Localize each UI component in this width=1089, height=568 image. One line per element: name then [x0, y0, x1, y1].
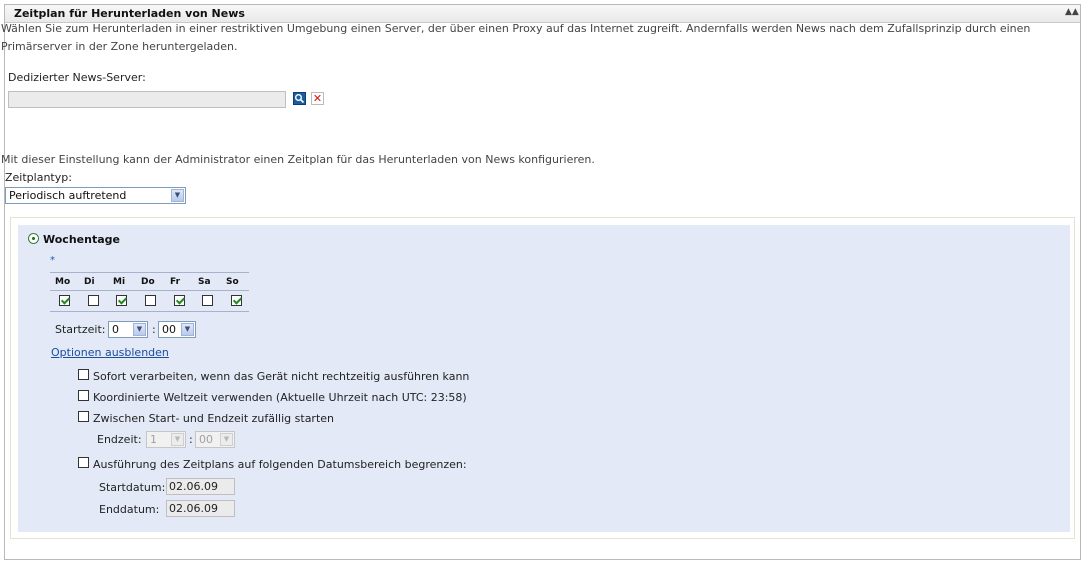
end-minute-select: 00 ▼: [195, 431, 235, 448]
day-header-mi: Mi: [113, 277, 126, 287]
server-description-line1: Wählen Sie zum Herunterladen in einer re…: [1, 22, 1031, 35]
weekdays-radio[interactable]: [28, 233, 39, 244]
double-chevron-up-icon[interactable]: ▲▲: [1065, 7, 1079, 19]
search-icon[interactable]: [293, 92, 306, 105]
schedule-description: Mit dieser Einstellung kann der Administ…: [1, 153, 595, 166]
day-checkbox-so[interactable]: [231, 295, 242, 306]
time-separator: :: [152, 323, 156, 336]
process-immediately-checkbox[interactable]: [78, 369, 89, 380]
news-server-input[interactable]: [8, 91, 286, 108]
day-checkbox-do[interactable]: [145, 295, 156, 306]
day-header-fr: Fr: [170, 277, 181, 287]
required-marker: *: [50, 255, 55, 266]
chevron-down-icon: ▼: [220, 433, 233, 446]
chevron-down-icon: ▼: [133, 323, 146, 336]
news-server-label: Dedizierter News-Server:: [8, 71, 146, 84]
day-checkbox-di[interactable]: [88, 295, 99, 306]
day-checkbox-fr[interactable]: [174, 295, 185, 306]
chevron-down-icon: ▼: [171, 189, 184, 202]
server-description-line2: Primärserver in der Zone heruntergeladen…: [1, 40, 238, 53]
schedule-type-value: Periodisch auftretend: [9, 189, 127, 202]
end-time-label: Endzeit:: [97, 433, 142, 446]
end-hour-value: 1: [150, 433, 157, 446]
start-minute-select[interactable]: 00 ▼: [158, 321, 196, 338]
day-header-mo: Mo: [55, 277, 71, 287]
days-table-bottom-border: [50, 311, 249, 312]
days-table-divider: [50, 290, 249, 291]
random-start-label: Zwischen Start- und Endzeit zufällig sta…: [93, 412, 335, 425]
restrict-dates-checkbox[interactable]: [78, 457, 89, 468]
start-time-label: Startzeit:: [55, 323, 106, 336]
day-header-so: So: [226, 277, 239, 287]
use-utc-checkbox[interactable]: [78, 390, 89, 401]
random-start-checkbox[interactable]: [78, 411, 89, 422]
panel-header: Zeitplan für Herunterladen von News ▲▲: [5, 5, 1080, 23]
start-minute-value: 00: [162, 323, 176, 336]
hide-options-link[interactable]: Optionen ausblenden: [51, 346, 169, 359]
schedule-type-select[interactable]: Periodisch auftretend ▼: [5, 187, 186, 204]
day-checkbox-mo[interactable]: [59, 295, 70, 306]
weekdays-radio-label: Wochentage: [43, 233, 120, 246]
restrict-dates-label: Ausführung des Zeitplans auf folgenden D…: [93, 458, 467, 471]
end-date-field[interactable]: 02.06.09: [166, 500, 235, 517]
days-table-top-border: [50, 272, 249, 273]
start-date-field[interactable]: 02.06.09: [166, 478, 235, 495]
clear-x-icon[interactable]: ✕: [311, 92, 324, 105]
schedule-type-label: Zeitplantyp:: [5, 171, 72, 184]
start-hour-value: 0: [112, 323, 119, 336]
end-hour-select: 1 ▼: [146, 431, 186, 448]
panel-title: Zeitplan für Herunterladen von News: [14, 7, 245, 20]
chevron-down-icon: ▼: [181, 323, 194, 336]
process-immediately-label: Sofort verarbeiten, wenn das Gerät nicht…: [93, 370, 470, 383]
start-date-label: Startdatum:: [99, 481, 166, 494]
end-date-value: 02.06.09: [169, 502, 218, 515]
use-utc-label: Koordinierte Weltzeit verwenden (Aktuell…: [93, 391, 467, 404]
day-checkbox-mi[interactable]: [116, 295, 127, 306]
start-date-value: 02.06.09: [169, 480, 218, 493]
end-minute-value: 00: [199, 433, 213, 446]
day-header-do: Do: [141, 277, 155, 287]
day-header-sa: Sa: [198, 277, 211, 287]
chevron-down-icon: ▼: [171, 433, 184, 446]
end-time-separator: :: [189, 433, 193, 446]
end-date-label: Enddatum:: [99, 503, 160, 516]
day-header-di: Di: [84, 277, 95, 287]
day-checkbox-sa[interactable]: [202, 295, 213, 306]
start-hour-select[interactable]: 0 ▼: [108, 321, 148, 338]
